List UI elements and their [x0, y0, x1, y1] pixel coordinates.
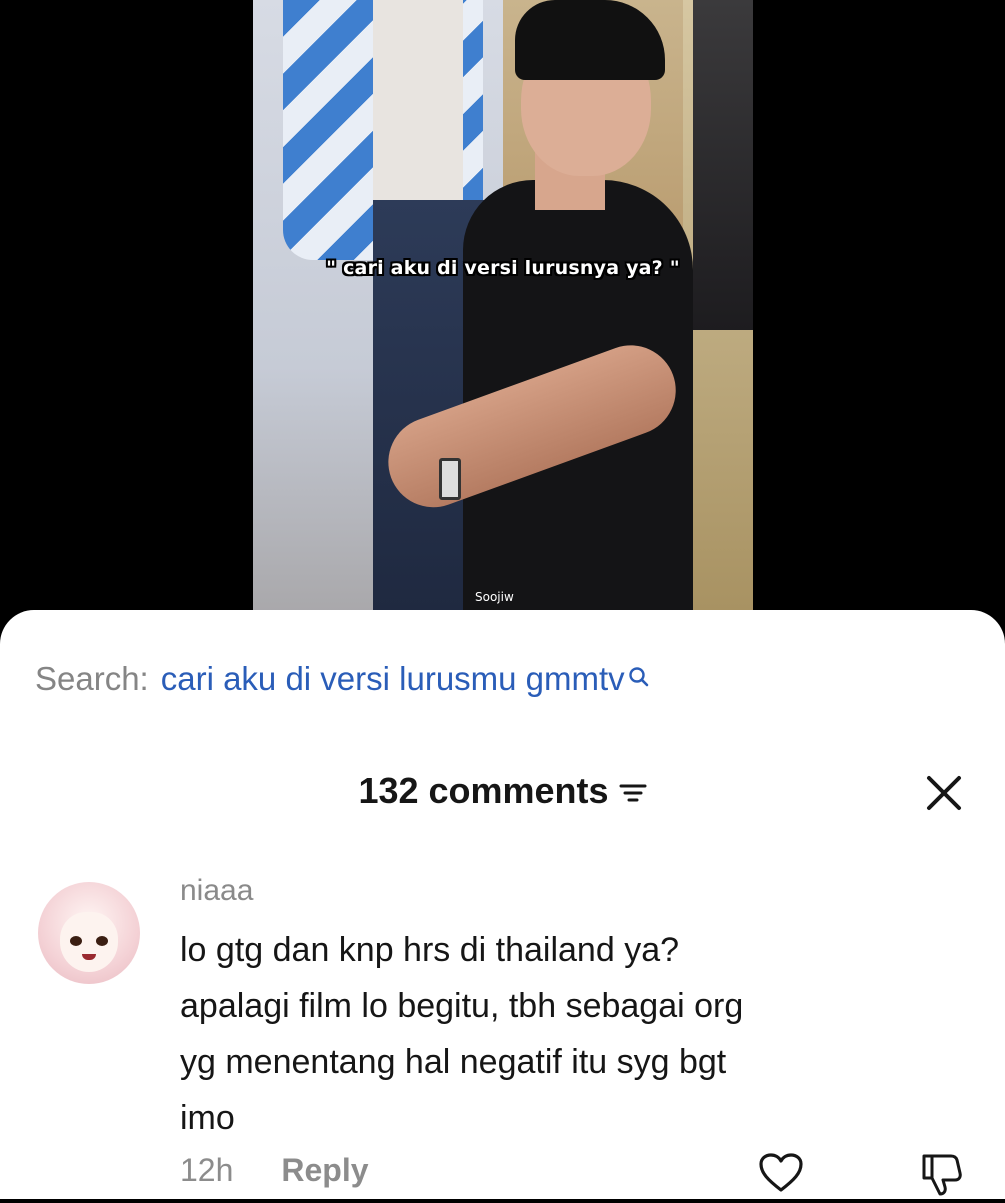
search-suggestion[interactable]: Search: cari aku di versi lurusmu gmmtv: [35, 660, 650, 698]
search-query-link[interactable]: cari aku di versi lurusmu gmmtv: [161, 660, 625, 698]
comment-timestamp: 12h: [180, 1152, 234, 1188]
thumbs-down-icon[interactable]: [918, 1152, 964, 1203]
avatar[interactable]: [38, 882, 140, 984]
avatar-face: [60, 912, 118, 972]
comment-text: lo gtg dan knp hrs di thailand ya? apala…: [180, 922, 940, 1146]
search-icon: [628, 658, 650, 696]
backdrop-sleeve: [693, 0, 753, 330]
filter-icon[interactable]: [619, 772, 647, 814]
heart-icon[interactable]: [758, 1152, 804, 1199]
avatar-eye-right: [96, 936, 108, 946]
comment-line: yg menentang hal negatif itu syg bgt: [180, 1043, 727, 1081]
avatar-mouth: [82, 954, 96, 960]
wristwatch: [439, 458, 461, 500]
backdrop-shirt: [373, 0, 463, 200]
comment-line: lo gtg dan knp hrs di thailand ya?: [180, 931, 680, 969]
comments-header: 132 comments: [0, 768, 1005, 814]
comments-count-title: 132 comments: [358, 770, 609, 811]
comment-line: imo: [180, 1099, 235, 1137]
video-watermark: Soojiw: [475, 590, 514, 604]
close-icon[interactable]: [924, 773, 964, 813]
comment-author[interactable]: niaaa: [180, 874, 253, 908]
avatar-eye-left: [70, 936, 82, 946]
comment-line: apalagi film lo begitu, tbh sebagai org: [180, 987, 744, 1025]
comments-sheet: Search: cari aku di versi lurusmu gmmtv …: [0, 610, 1005, 1199]
comment-meta: 12h Reply: [180, 1152, 369, 1189]
search-label: Search:: [35, 660, 149, 697]
person-hair: [515, 0, 665, 80]
video-caption: " cari aku di versi lurusnya ya? ": [326, 257, 680, 279]
video-player[interactable]: " cari aku di versi lurusnya ya? " Sooji…: [253, 0, 753, 612]
reply-button[interactable]: Reply: [281, 1152, 368, 1189]
